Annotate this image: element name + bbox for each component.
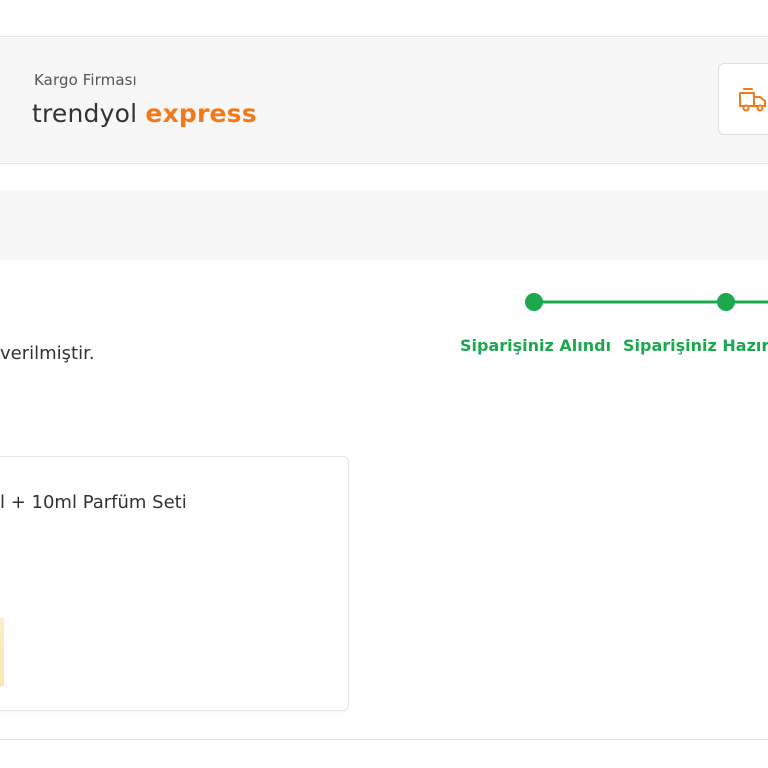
product-name[interactable]: l + 10ml Parfüm Seti [0,492,187,513]
timeline-step-received: Siparişiniz Alındı [460,336,612,355]
gray-section-band [0,190,768,260]
section-divider [0,739,768,740]
timeline-dot-received [525,293,543,311]
brand-primary: trendyol [32,99,138,128]
brand-secondary: express [145,99,257,128]
cargo-brand-logo: trendyol express [32,99,257,129]
cargo-company-label: Kargo Firması [34,71,137,89]
timeline-step-prepared: Siparişiniz Hazırl [623,336,768,355]
track-shipment-button[interactable] [718,63,768,135]
package-truck-icon [739,88,766,112]
timeline-dot-prepared [717,293,735,311]
product-image-edge [0,618,4,686]
order-status-text: verilmiştir. [0,343,95,364]
top-strip [0,0,768,37]
